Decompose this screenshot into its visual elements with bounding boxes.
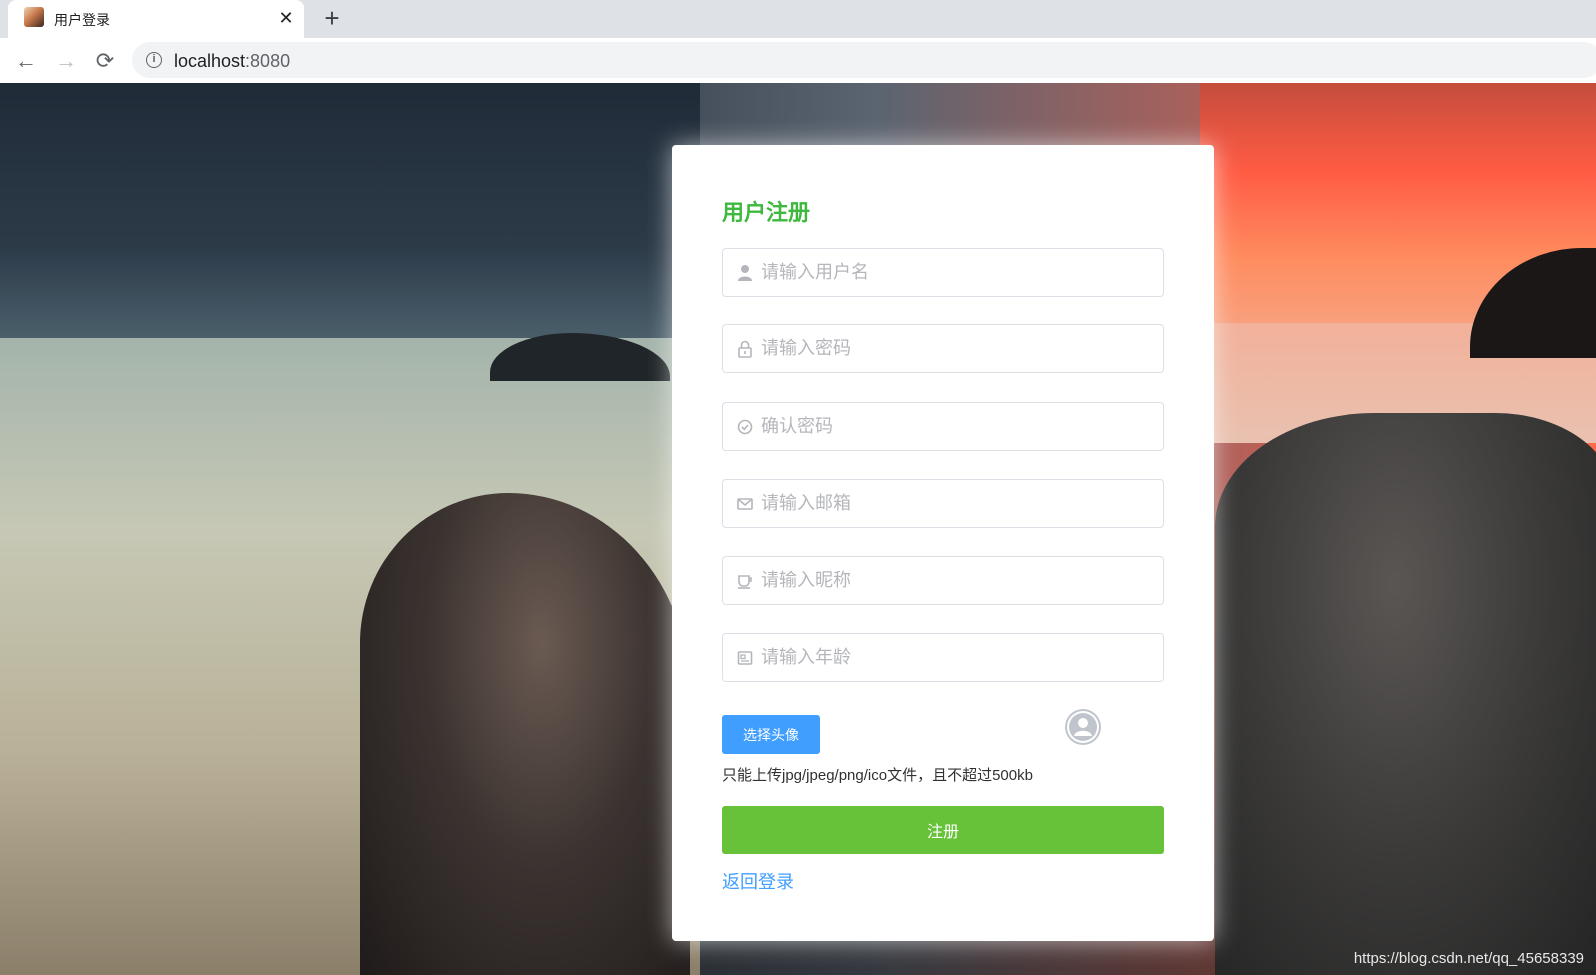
watermark-text: https://blog.csdn.net/qq_45658339	[1353, 950, 1584, 967]
username-field[interactable]	[722, 248, 1164, 297]
register-card: 用户注册 请输入用户名 请输入邮箱 请输入昵称 请输入年龄 选择头像 只能上传j…	[672, 145, 1214, 941]
tab-strip: 用户登录 ✕ +	[0, 0, 1596, 38]
upload-hint: 只能上传jpg/jpeg/png/ico文件，且不超过500kb	[722, 767, 1033, 784]
username-input[interactable]	[761, 249, 1159, 296]
close-tab-icon[interactable]: ✕	[276, 8, 296, 28]
url-port: :8080	[245, 51, 291, 71]
background-rock	[360, 493, 690, 975]
browser-toolbar: ← → ⟳ i localhost:8080	[0, 38, 1596, 83]
favicon-icon	[24, 7, 44, 27]
page-title: 用户注册	[722, 200, 811, 225]
nickname-input[interactable]	[761, 557, 1159, 604]
back-to-login-link[interactable]: 返回登录	[722, 868, 794, 894]
password-field[interactable]	[722, 324, 1164, 373]
user-avatar-icon	[1067, 711, 1099, 743]
confirm-password-field[interactable]	[722, 402, 1164, 451]
nickname-field[interactable]	[722, 556, 1164, 605]
browser-tab[interactable]: 用户登录 ✕	[8, 0, 304, 38]
message-icon	[737, 498, 753, 510]
age-field[interactable]	[722, 633, 1164, 682]
avatar-preview-icon[interactable]	[1065, 709, 1101, 745]
email-input[interactable]	[761, 480, 1159, 527]
back-arrow-icon[interactable]: ←	[12, 47, 40, 75]
tab-title: 用户登录	[54, 12, 110, 28]
postcard-icon	[737, 651, 753, 665]
coffee-cup-icon	[738, 575, 752, 589]
background-sky	[0, 83, 700, 353]
background-rock-right	[1215, 413, 1596, 975]
choose-avatar-button[interactable]: 选择头像	[722, 715, 820, 754]
confirm-password-input[interactable]	[761, 403, 1159, 450]
page-viewport: 用户注册 请输入用户名 请输入邮箱 请输入昵称 请输入年龄 选择头像 只能上传j…	[0, 83, 1596, 975]
lock-icon	[738, 340, 752, 358]
circle-check-icon	[737, 419, 753, 435]
site-info-icon[interactable]: i	[146, 52, 162, 68]
email-field[interactable]	[722, 479, 1164, 528]
new-tab-button[interactable]: +	[318, 5, 346, 33]
reload-icon[interactable]: ⟳	[91, 47, 119, 75]
user-icon	[738, 265, 752, 281]
age-input[interactable]	[761, 634, 1159, 681]
url-text: localhost:8080	[174, 51, 290, 72]
password-input[interactable]	[761, 325, 1159, 372]
address-bar[interactable]: i localhost:8080	[132, 42, 1596, 78]
register-button[interactable]: 注册	[722, 806, 1164, 854]
url-host: localhost	[174, 51, 246, 71]
forward-arrow-icon[interactable]: →	[52, 47, 80, 75]
